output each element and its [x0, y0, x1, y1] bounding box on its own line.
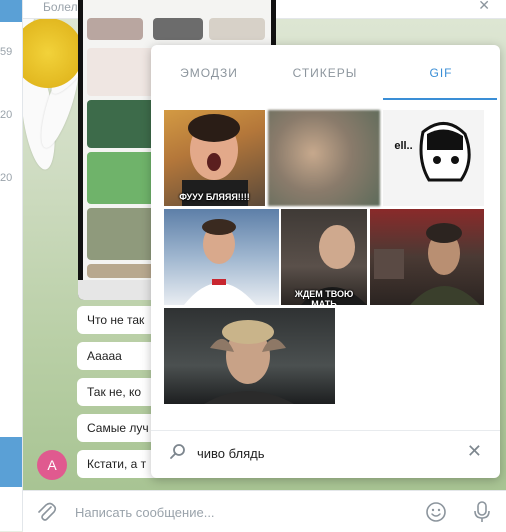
tab-stickers[interactable]: СТИКЕРЫ: [267, 45, 383, 101]
message-composer: Написать сообщение...: [23, 490, 506, 532]
unread-count: 59: [0, 46, 13, 58]
avatar[interactable]: А: [37, 450, 67, 480]
emoji-sticker-gif-panel: ЭМОДЗИ СТИКЕРЫ GIF ФУУУ БЛЯЯЯ!!!! ell..: [151, 45, 500, 478]
microphone-icon[interactable]: [471, 500, 493, 524]
message-text: Кстати, а т: [87, 457, 147, 471]
tab-emoji[interactable]: ЭМОДЗИ: [151, 45, 267, 101]
attach-icon[interactable]: [35, 501, 57, 523]
gif-thumbnail[interactable]: [164, 209, 279, 305]
unread-count: 20: [0, 172, 13, 184]
gif-search-input[interactable]: чиво блядь: [197, 446, 264, 461]
active-tab-underline: [383, 98, 497, 100]
gif-caption: ell..: [394, 140, 413, 152]
active-chat-indicator-top: [0, 0, 22, 22]
message-text: Что не так: [87, 313, 145, 327]
gif-thumbnail[interactable]: [164, 308, 335, 404]
gif-thumbnail[interactable]: ЖДЕМ ТВОЮ МАТЬ: [281, 209, 367, 305]
clear-search-icon[interactable]: ✕: [467, 441, 482, 462]
message-text: Так не, ко: [87, 385, 142, 399]
chat-list-edge[interactable]: 59 20 20: [0, 0, 23, 531]
unread-count: 20: [0, 109, 13, 121]
gif-thumbnail[interactable]: ФУУУ БЛЯЯЯ!!!!: [164, 110, 265, 206]
gif-thumbnail[interactable]: [370, 209, 484, 305]
active-chat-indicator: [0, 437, 22, 487]
gif-search-bar[interactable]: чиво блядь ✕: [151, 430, 500, 478]
gif-caption: ФУУУ БЛЯЯЯ!!!!: [179, 192, 250, 202]
panel-tabs: ЭМОДЗИ СТИКЕРЫ GIF: [151, 45, 500, 101]
search-icon: [170, 444, 185, 459]
message-text: Самые луч: [87, 421, 149, 435]
close-search-icon[interactable]: ✕: [478, 0, 490, 14]
gif-thumbnail[interactable]: [268, 110, 380, 206]
tab-gif[interactable]: GIF: [383, 45, 499, 101]
emoji-icon[interactable]: [425, 501, 447, 523]
message-input[interactable]: Написать сообщение...: [75, 505, 215, 520]
message-text: Ааааа: [87, 349, 122, 363]
gif-caption: ЖДЕМ ТВОЮ МАТЬ: [294, 289, 354, 305]
gif-thumbnail[interactable]: ell..: [383, 110, 484, 206]
